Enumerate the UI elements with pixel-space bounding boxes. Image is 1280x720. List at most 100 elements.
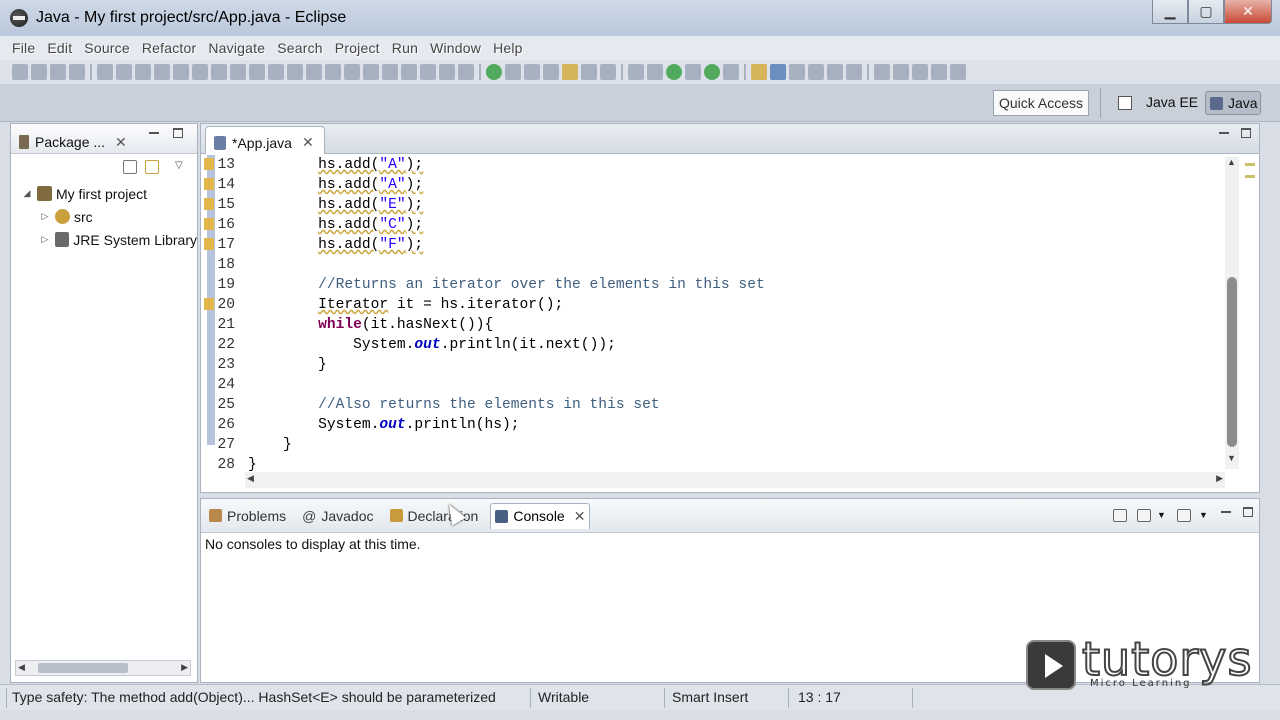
coverage-icon[interactable] xyxy=(704,64,720,80)
new-icon[interactable] xyxy=(12,64,28,80)
search-icon[interactable] xyxy=(846,64,862,80)
tree-item-jre[interactable]: ▷ JRE System Library xyxy=(11,228,197,251)
tab-console[interactable]: Console ✕ xyxy=(490,502,591,529)
scroll-down-icon[interactable]: ▼ xyxy=(1227,453,1236,463)
collapse-all-icon[interactable] xyxy=(123,160,137,174)
dropdown-arrow-icon[interactable]: ▼ xyxy=(1157,510,1166,520)
warning-marker[interactable] xyxy=(1245,175,1255,178)
code-line[interactable]: 25 //Also returns the elements in this s… xyxy=(201,395,1241,415)
refresh-icon[interactable] xyxy=(486,64,502,80)
back-icon[interactable] xyxy=(931,64,947,80)
menu-navigate[interactable]: Navigate xyxy=(208,40,265,56)
tab-problems[interactable]: Problems xyxy=(205,503,290,529)
collapsed-arrow-icon[interactable]: ▷ xyxy=(39,211,51,222)
filter-icon[interactable] xyxy=(458,64,474,80)
drop-to-frame-icon[interactable] xyxy=(249,64,265,80)
step-return-icon[interactable] xyxy=(230,64,246,80)
external-tools-icon[interactable] xyxy=(723,64,739,80)
warning-icon[interactable] xyxy=(204,178,214,190)
code-line[interactable]: 27 } xyxy=(201,435,1241,455)
connector-icon[interactable] xyxy=(363,64,379,80)
code-line[interactable]: 23 } xyxy=(201,355,1241,375)
warning-icon[interactable] xyxy=(204,198,214,210)
terminate-icon[interactable] xyxy=(154,64,170,80)
tab-package-explorer[interactable]: Package ... ✕ xyxy=(11,124,135,154)
code-line[interactable]: 17 hs.add("F"); xyxy=(201,235,1241,255)
menu-search[interactable]: Search xyxy=(277,40,323,56)
next-annotation-icon[interactable] xyxy=(874,64,890,80)
code-line[interactable]: 16 hs.add("C"); xyxy=(201,215,1241,235)
new-package-icon[interactable] xyxy=(751,64,767,80)
code-line[interactable]: 14 hs.add("A"); xyxy=(201,175,1241,195)
perspective-java-ee[interactable]: Java EE xyxy=(1146,94,1198,110)
code-line[interactable]: 22 System.out.println(it.next()); xyxy=(201,335,1241,355)
menu-edit[interactable]: Edit xyxy=(47,40,72,56)
database-icon[interactable] xyxy=(325,64,341,80)
close-icon[interactable]: ✕ xyxy=(302,134,314,151)
warning-marker[interactable] xyxy=(1245,163,1255,166)
highlight-icon[interactable] xyxy=(562,64,578,80)
previous-annotation-icon[interactable] xyxy=(893,64,909,80)
toggle-mark-icon[interactable] xyxy=(505,64,521,80)
tree-item-project[interactable]: ◢ My first project xyxy=(11,182,197,205)
pin-console-icon[interactable] xyxy=(1177,509,1191,522)
minimize-view-icon[interactable] xyxy=(1221,511,1231,513)
tab-javadoc[interactable]: @ Javadoc xyxy=(298,503,377,529)
scroll-left-icon[interactable]: ◀ xyxy=(247,473,254,484)
close-icon[interactable]: ✕ xyxy=(115,134,127,151)
dropdown-arrow-icon[interactable]: ▼ xyxy=(1199,510,1208,520)
view-menu-icon[interactable]: ▽ xyxy=(175,160,183,171)
close-icon[interactable]: ✕ xyxy=(574,508,586,525)
close-button[interactable]: ✕ xyxy=(1224,0,1272,24)
menu-file[interactable]: File xyxy=(12,40,35,56)
step-over-icon[interactable] xyxy=(211,64,227,80)
open-type-icon[interactable] xyxy=(808,64,824,80)
scrollbar-thumb[interactable] xyxy=(38,663,128,673)
warning-icon[interactable] xyxy=(204,218,214,230)
code-line[interactable]: 15 hs.add("E"); xyxy=(201,195,1241,215)
whitespace-icon[interactable] xyxy=(543,64,559,80)
ejb-icon[interactable] xyxy=(382,64,398,80)
scrollbar-thumb[interactable] xyxy=(1227,277,1237,447)
step-into-icon[interactable] xyxy=(192,64,208,80)
minimize-view-icon[interactable] xyxy=(149,132,159,134)
open-console-icon[interactable] xyxy=(1113,509,1127,522)
xml-icon[interactable] xyxy=(420,64,436,80)
use-step-filters-icon[interactable] xyxy=(268,64,284,80)
run-dropdown-icon[interactable] xyxy=(685,64,701,80)
open-task-icon[interactable] xyxy=(827,64,843,80)
forward-icon[interactable] xyxy=(950,64,966,80)
horizontal-scrollbar[interactable]: ◀ ▶ xyxy=(245,472,1225,488)
web-icon[interactable] xyxy=(344,64,360,80)
menu-source[interactable]: Source xyxy=(84,40,130,56)
code-line[interactable]: 21 while(it.hasNext()){ xyxy=(201,315,1241,335)
collapsed-arrow-icon[interactable]: ▷ xyxy=(39,234,51,245)
maximize-button[interactable]: ▢ xyxy=(1188,0,1224,24)
code-line[interactable]: 18 xyxy=(201,255,1241,275)
menu-refactor[interactable]: Refactor xyxy=(142,40,197,56)
warning-icon[interactable] xyxy=(204,298,214,310)
show-source-icon[interactable] xyxy=(581,64,597,80)
horizontal-scrollbar[interactable]: ◀ ▶ xyxy=(15,660,191,676)
save-icon[interactable] xyxy=(31,64,47,80)
save-all-icon[interactable] xyxy=(50,64,66,80)
block-selection-icon[interactable] xyxy=(524,64,540,80)
scroll-up-icon[interactable]: ▲ xyxy=(1227,157,1236,167)
warning-icon[interactable] xyxy=(204,158,214,170)
code-line[interactable]: 26 System.out.println(hs); xyxy=(201,415,1241,435)
code-line[interactable]: 19 //Returns an iterator over the elemen… xyxy=(201,275,1241,295)
code-area[interactable]: 13 hs.add("A"); 14 hs.add("A"); 15 hs.add(… xyxy=(201,155,1241,473)
menu-run[interactable]: Run xyxy=(392,40,418,56)
quick-access-input[interactable]: Quick Access xyxy=(993,90,1089,116)
menu-help[interactable]: Help xyxy=(493,40,523,56)
scroll-left-icon[interactable]: ◀ xyxy=(18,662,25,673)
perspective-java[interactable]: Java xyxy=(1205,91,1261,115)
expanded-arrow-icon[interactable]: ◢ xyxy=(21,188,33,199)
deploy-icon[interactable] xyxy=(306,64,322,80)
last-edit-icon[interactable] xyxy=(912,64,928,80)
resume-icon[interactable] xyxy=(116,64,132,80)
server-icon[interactable] xyxy=(287,64,303,80)
code-line[interactable]: 20 Iterator it = hs.iterator(); xyxy=(201,295,1241,315)
display-selected-console-icon[interactable] xyxy=(1137,509,1151,522)
skip-breakpoints-icon[interactable] xyxy=(97,64,113,80)
